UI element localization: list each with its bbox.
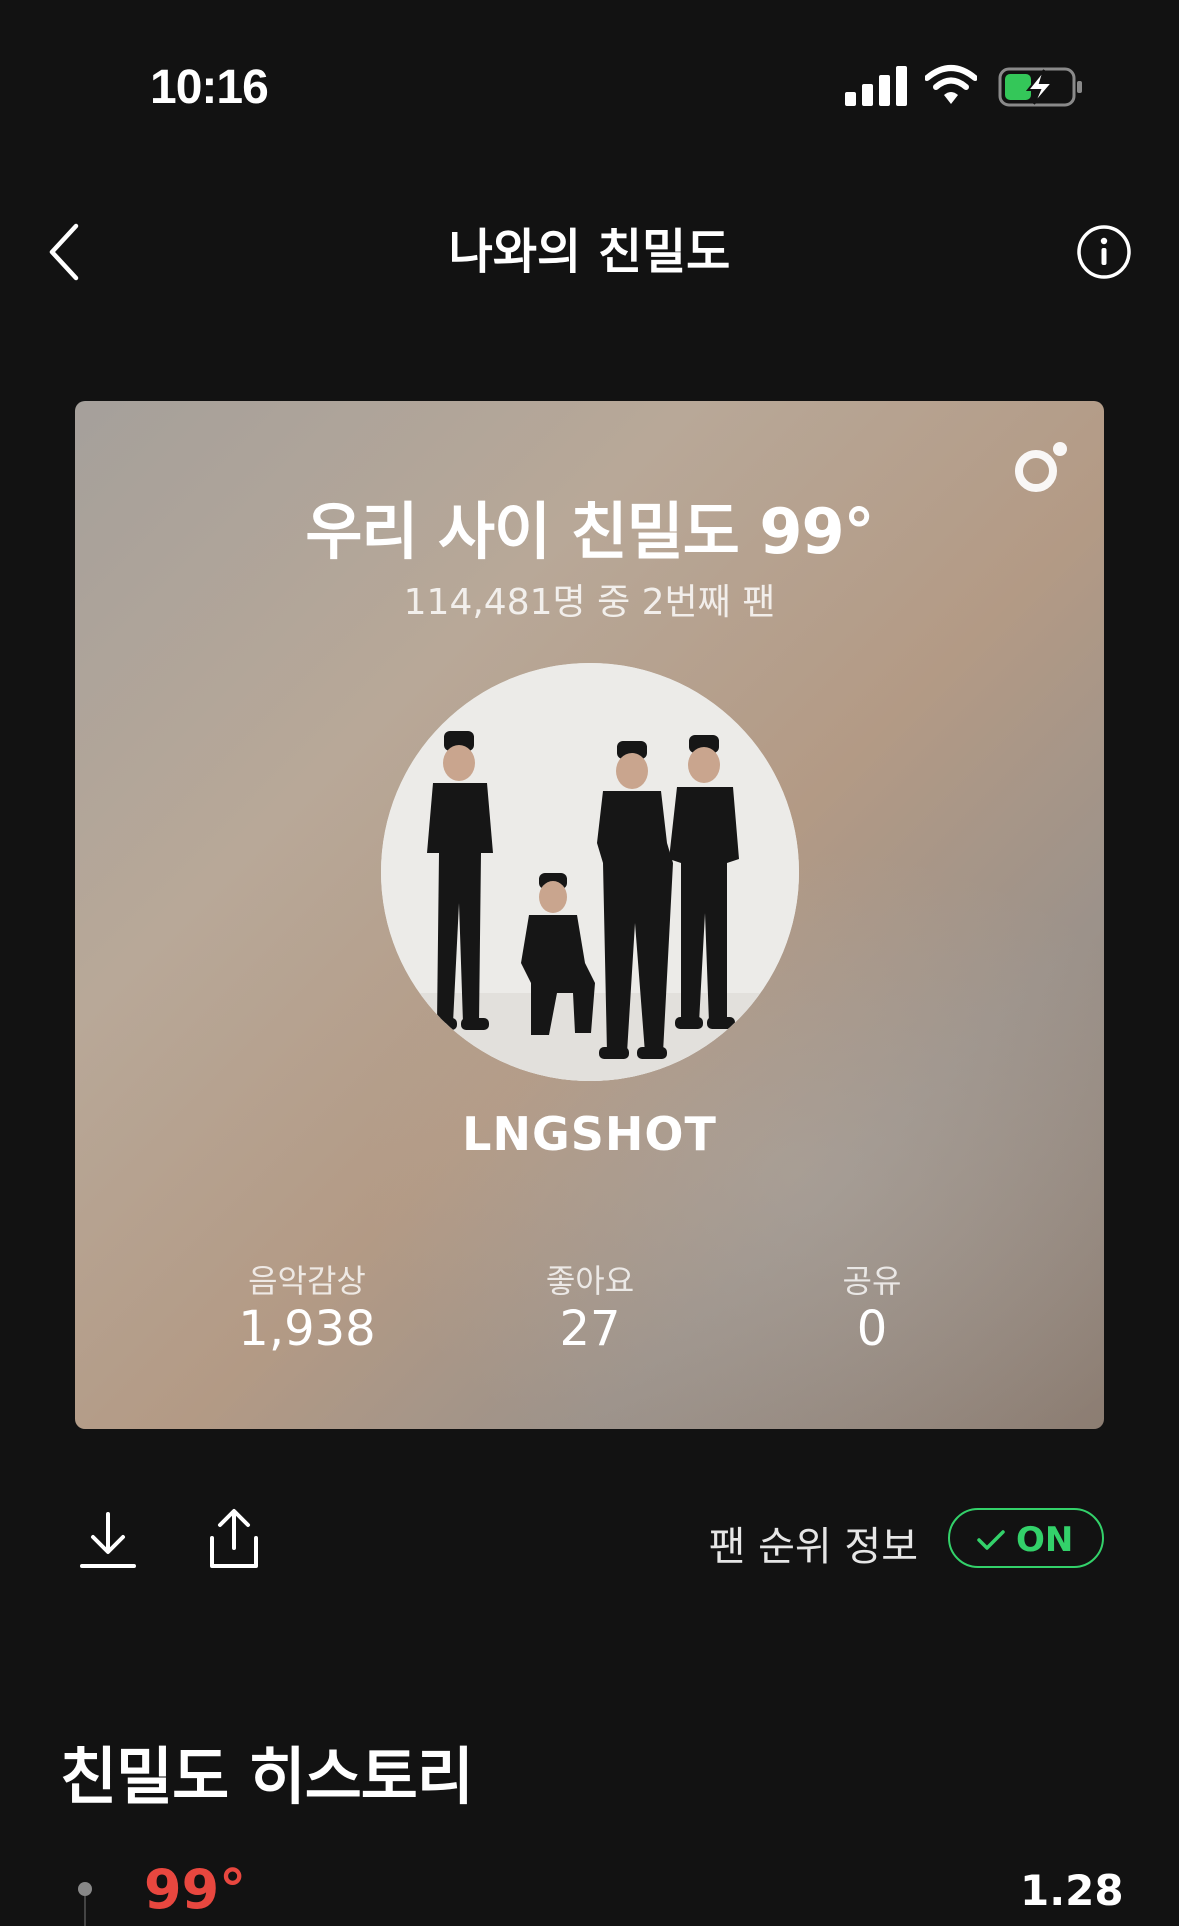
stat-label-shares: 공유: [842, 1262, 902, 1300]
timeline-dot: [78, 1882, 92, 1896]
cellular-signal-icon: [845, 66, 907, 106]
intimacy-title: 우리 사이 친밀도 99°: [305, 495, 874, 568]
history-item-date: 1.28: [1020, 1866, 1124, 1915]
status-time: 10:16: [150, 61, 269, 114]
timeline-line: [84, 1896, 86, 1926]
download-icon[interactable]: [78, 1510, 138, 1570]
artist-photo-illustration: [381, 663, 799, 1081]
artist-photo: [381, 663, 799, 1081]
history-section-title: 친밀도 히스토리: [60, 1740, 474, 1813]
battery-charging-icon: [998, 67, 1082, 107]
wifi-icon: [925, 65, 977, 104]
fan-rank-subtitle: 114,481명 중 2번째 팬: [403, 582, 776, 623]
stat-label-listening: 음악감상: [248, 1262, 366, 1300]
stat-label-likes: 좋아요: [545, 1262, 635, 1300]
info-icon[interactable]: [1076, 224, 1132, 280]
stat-value-likes: 27: [559, 1301, 621, 1357]
check-icon: [977, 1530, 1005, 1550]
fan-rank-info-label: 팬 순위 정보: [708, 1524, 918, 1570]
intimacy-card: 우리 사이 친밀도 99° 114,481명 중 2번째 팬 LNGSHOT 음…: [75, 401, 1104, 1429]
stat-value-listening: 1,938: [238, 1301, 376, 1357]
fan-rank-toggle[interactable]: ON: [948, 1508, 1104, 1568]
stat-value-shares: 0: [856, 1301, 888, 1357]
page-title: 나와의 친밀도: [448, 224, 731, 280]
artist-name: LNGSHOT: [462, 1107, 717, 1161]
history-item-degree: 99°: [144, 1858, 247, 1921]
toggle-state-label: ON: [1016, 1520, 1074, 1560]
share-icon[interactable]: [204, 1508, 264, 1570]
